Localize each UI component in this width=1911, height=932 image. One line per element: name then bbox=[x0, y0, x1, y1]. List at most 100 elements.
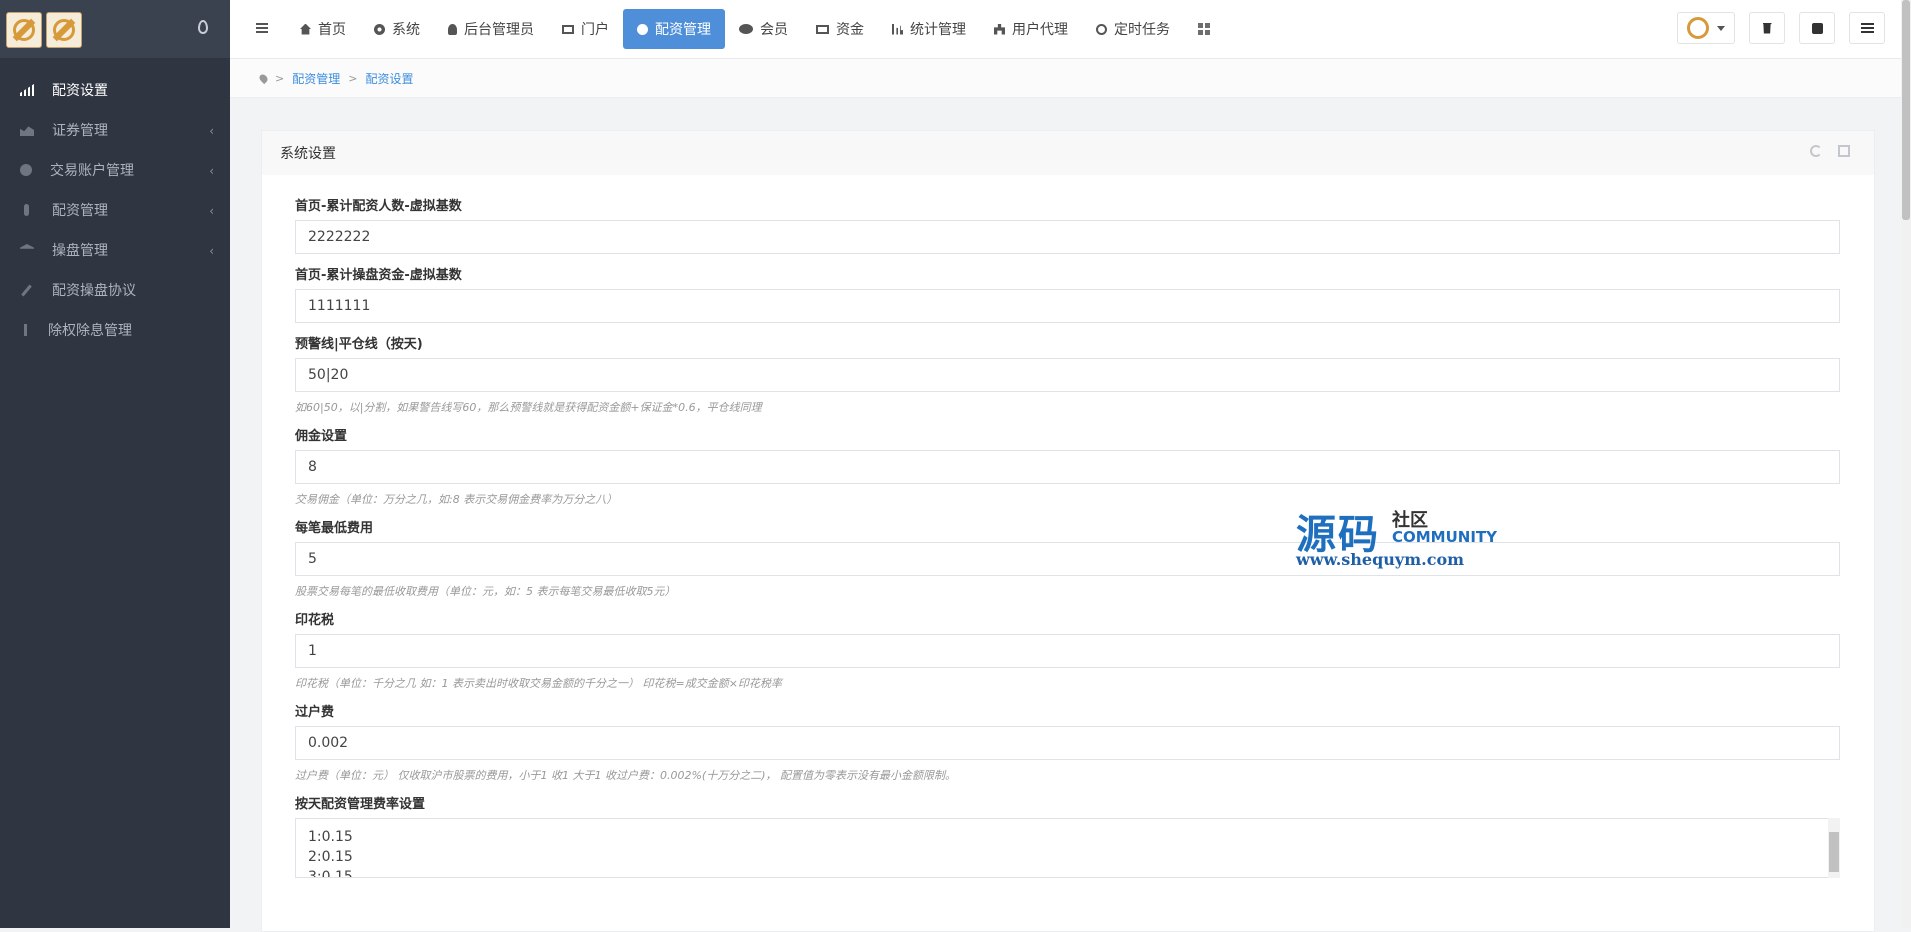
nav-item-label: 会员 bbox=[760, 22, 788, 38]
nav-item-label: 资金 bbox=[836, 22, 864, 38]
sidebar: 配资设置 证券管理 ‹ 交易账户管理 ‹ 配资管理 ‹ 操盘管理 ‹ 配资操盘协… bbox=[0, 0, 230, 928]
chevron-left-icon: ‹ bbox=[209, 164, 214, 178]
breadcrumb-separator: > bbox=[275, 71, 285, 85]
settings-panel-button[interactable] bbox=[1849, 12, 1885, 44]
form-field: 首页-累计操盘资金-虚拟基数 bbox=[295, 264, 1841, 323]
top-nav-items: 首页 系统 后台管理员 门户 配资管理 会员 资金 统计管理 用户代理 定时任务 bbox=[286, 9, 1224, 49]
field-label: 每笔最低费用 bbox=[295, 521, 374, 536]
form-field: 预警线|平仓线（按天) 如60|50，以|分割，如果警告线写60，那么预警线就是… bbox=[295, 333, 1841, 415]
chevron-left-icon: ‹ bbox=[209, 204, 214, 218]
field-help: 交易佣金（单位：万分之几，如:8 表示交易佣金费率为万分之八） bbox=[295, 493, 618, 506]
nav-item-label: 后台管理员 bbox=[464, 22, 534, 38]
theme-drop-icon[interactable] bbox=[198, 20, 208, 34]
external-link-icon bbox=[1811, 22, 1823, 34]
virtual-user-count-input[interactable] bbox=[295, 220, 1840, 254]
sidebar-item-trade-accounts[interactable]: 交易账户管理 ‹ bbox=[0, 150, 230, 190]
nav-item-funds[interactable]: 资金 bbox=[802, 9, 878, 49]
clear-cache-button[interactable] bbox=[1749, 12, 1785, 44]
watermark-url: www.shequym.com bbox=[1296, 550, 1465, 569]
chevron-left-icon: ‹ bbox=[209, 244, 214, 258]
menu-toggle-icon[interactable] bbox=[256, 23, 268, 33]
id-card-icon bbox=[562, 24, 574, 34]
bar-chart-icon bbox=[892, 23, 903, 35]
scrollbar-thumb[interactable] bbox=[1902, 0, 1910, 220]
nav-item-apps[interactable] bbox=[1184, 9, 1224, 49]
logo-icon[interactable] bbox=[6, 12, 42, 48]
form-field: 过户费 过户费（单位：元） 仅收取沪市股票的费用，小于1 收1 大于1 收过户费… bbox=[295, 701, 1841, 783]
logo-icon[interactable] bbox=[46, 12, 82, 48]
sidebar-item-label: 证券管理 bbox=[52, 123, 108, 139]
nav-item-label: 用户代理 bbox=[1012, 22, 1068, 38]
thermometer-icon bbox=[24, 204, 29, 216]
form-field: 印花税 印花税（单位：千分之几 如：1 表示卖出时收取交易金额的千分之一） 印花… bbox=[295, 609, 1841, 691]
nav-item-portal[interactable]: 门户 bbox=[548, 9, 623, 49]
stamp-duty-input[interactable] bbox=[295, 634, 1840, 668]
anchor-icon bbox=[24, 324, 27, 336]
nav-item-label: 定时任务 bbox=[1114, 22, 1170, 38]
field-label: 首页-累计配资人数-虚拟基数 bbox=[295, 199, 462, 214]
breadcrumb-item[interactable]: 配资管理 bbox=[292, 70, 340, 87]
breadcrumb: > 配资管理 > 配资设置 bbox=[230, 59, 1911, 98]
form-field: 首页-累计配资人数-虚拟基数 bbox=[295, 195, 1841, 254]
settings-form: 首页-累计配资人数-虚拟基数 首页-累计操盘资金-虚拟基数 预警线|平仓线（按天… bbox=[262, 175, 1874, 882]
sidebar-item-margin-management[interactable]: 配资管理 ‹ bbox=[0, 190, 230, 230]
sidebar-item-dividend[interactable]: 除权除息管理 bbox=[0, 310, 230, 350]
form-field: 佣金设置 交易佣金（单位：万分之几，如:8 表示交易佣金费率为万分之八） bbox=[295, 425, 1841, 507]
users-icon bbox=[739, 24, 753, 34]
nav-item-margin-management[interactable]: 配资管理 bbox=[623, 9, 725, 49]
field-label: 佣金设置 bbox=[295, 429, 348, 444]
map-marker-icon bbox=[257, 72, 270, 84]
panel-header: 系统设置 bbox=[262, 131, 1874, 175]
nav-item-statistics[interactable]: 统计管理 bbox=[878, 9, 980, 49]
form-field: 每笔最低费用 股票交易每笔的最低收取费用（单位：元，如：5 表示每笔交易最低收取… bbox=[295, 517, 1841, 599]
nav-item-home[interactable]: 首页 bbox=[286, 9, 360, 49]
open-frontend-button[interactable] bbox=[1799, 12, 1835, 44]
form-field: 按天配资管理费率设置 1:0.15 2:0.15 3:0.15 bbox=[295, 793, 1841, 882]
min-fee-input[interactable] bbox=[295, 542, 1840, 576]
fullscreen-icon[interactable] bbox=[1838, 145, 1850, 157]
nav-item-label: 门户 bbox=[581, 22, 609, 38]
sidebar-item-config-settings[interactable]: 配资设置 bbox=[0, 70, 230, 110]
page-scrollbar[interactable] bbox=[1901, 0, 1911, 928]
user-avatar-dropdown[interactable] bbox=[1677, 12, 1735, 44]
transfer-fee-input[interactable] bbox=[295, 726, 1840, 760]
breadcrumb-item[interactable]: 配资设置 bbox=[365, 70, 413, 87]
area-chart-icon bbox=[20, 126, 34, 136]
nav-item-system[interactable]: 系统 bbox=[360, 9, 434, 49]
field-help: 如60|50，以|分割，如果警告线写60，那么预警线就是获得配资金额+保证金*0… bbox=[295, 401, 762, 414]
field-help: 股票交易每笔的最低收取费用（单位：元，如：5 表示每笔交易最低收取5元） bbox=[295, 585, 676, 598]
clock-icon bbox=[1096, 23, 1107, 35]
nav-item-label: 配资管理 bbox=[655, 22, 711, 38]
money-icon bbox=[816, 24, 829, 34]
virtual-fund-input[interactable] bbox=[295, 289, 1840, 323]
refresh-icon[interactable] bbox=[1810, 145, 1822, 157]
scrollbar-thumb[interactable] bbox=[1829, 832, 1839, 872]
daily-fee-rate-textarea[interactable]: 1:0.15 2:0.15 3:0.15 bbox=[295, 818, 1840, 878]
warning-line-input[interactable] bbox=[295, 358, 1840, 392]
pencil-icon bbox=[21, 284, 32, 296]
commission-input[interactable] bbox=[295, 450, 1840, 484]
sidebar-item-securities[interactable]: 证券管理 ‹ bbox=[0, 110, 230, 150]
watermark-community: COMMUNITY bbox=[1392, 528, 1498, 546]
sidebar-header bbox=[0, 0, 230, 58]
nav-item-scheduled-tasks[interactable]: 定时任务 bbox=[1082, 9, 1184, 49]
field-label: 印花税 bbox=[295, 613, 335, 628]
user-circle-icon bbox=[20, 164, 32, 176]
panel-title: 系统设置 bbox=[280, 146, 336, 162]
nav-item-label: 首页 bbox=[318, 22, 346, 38]
textarea-wrapper: 1:0.15 2:0.15 3:0.15 bbox=[295, 818, 1840, 882]
nav-item-admins[interactable]: 后台管理员 bbox=[434, 9, 548, 49]
bank-icon bbox=[20, 244, 34, 249]
sidebar-item-trading-management[interactable]: 操盘管理 ‹ bbox=[0, 230, 230, 270]
grid-icon bbox=[1198, 23, 1210, 35]
field-label: 预警线|平仓线（按天) bbox=[295, 337, 423, 352]
breadcrumb-separator: > bbox=[348, 71, 358, 85]
list-icon bbox=[1860, 23, 1874, 33]
field-label: 过户费 bbox=[295, 705, 335, 720]
sidebar-item-agreement[interactable]: 配资操盘协议 bbox=[0, 270, 230, 310]
home-icon bbox=[300, 23, 311, 35]
textarea-scrollbar[interactable] bbox=[1828, 818, 1840, 878]
nav-item-members[interactable]: 会员 bbox=[725, 9, 802, 49]
nav-item-agents[interactable]: 用户代理 bbox=[980, 9, 1082, 49]
field-label: 按天配资管理费率设置 bbox=[295, 797, 426, 812]
